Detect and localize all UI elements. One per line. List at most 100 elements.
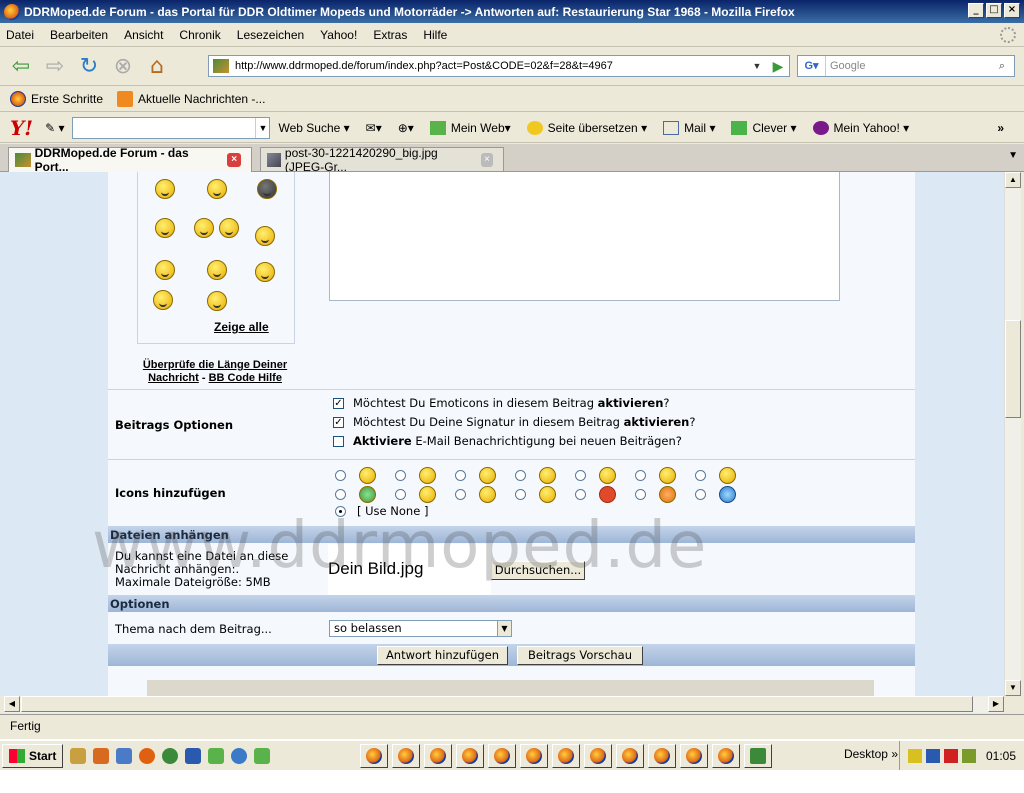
smiley-icon[interactable] — [255, 262, 275, 282]
taskbar-window-button[interactable] — [424, 743, 453, 768]
icon-radio[interactable] — [335, 470, 346, 481]
forward-arrow-icon[interactable]: ⇨ — [40, 52, 70, 82]
mein-web-button[interactable]: Mein Web ▾ — [429, 120, 511, 135]
chevron-down-icon[interactable]: ▼ — [255, 117, 269, 138]
quicklaunch-icon[interactable] — [93, 747, 110, 764]
menu-datei[interactable]: Datei — [6, 28, 34, 42]
menu-extras[interactable]: Extras — [373, 28, 407, 42]
taskbar-window-button[interactable] — [488, 743, 517, 768]
smiley-icon[interactable] — [207, 179, 227, 199]
reload-icon[interactable]: ↻ — [74, 52, 104, 82]
taskbar-window-button[interactable] — [456, 743, 485, 768]
yahoo-search-input[interactable]: ▼ — [72, 116, 271, 139]
back-arrow-icon[interactable]: ⇦ — [6, 52, 36, 82]
smiley-icon[interactable] — [207, 291, 227, 311]
speaker-icon[interactable] — [907, 748, 922, 763]
yahoo-tool-icon[interactable]: ✉▾ — [366, 121, 382, 135]
taskbar-window-button[interactable] — [392, 743, 421, 768]
file-input[interactable]: Dein Bild.jpg — [328, 544, 491, 602]
tab-list-icon[interactable]: ▼ — [1008, 150, 1018, 161]
url-bar[interactable]: http://www.ddrmoped.de/forum/index.php?a… — [208, 55, 790, 77]
close-button[interactable]: × — [1004, 3, 1020, 18]
smiley-icon[interactable] — [207, 260, 227, 280]
network-icon[interactable] — [925, 748, 940, 763]
icon-radio[interactable] — [515, 470, 526, 481]
seite-uebersetzen-button[interactable]: Seite übersetzen ▾ — [526, 120, 647, 135]
bookmark-nachrichten[interactable]: Aktuelle Nachrichten -... — [117, 91, 265, 107]
yahoo-target-icon[interactable]: ⊕▾ — [398, 121, 414, 135]
menu-hilfe[interactable]: Hilfe — [423, 28, 447, 42]
scroll-up-icon[interactable]: ▲ — [1005, 172, 1021, 188]
topic-select[interactable]: so belassen ▼ — [329, 620, 512, 637]
tab-forum[interactable]: DDRMoped.de Forum - das Port... × — [8, 146, 252, 174]
stop-icon[interactable]: ⊗ — [108, 52, 138, 82]
desktop-toolbar[interactable]: Desktop » — [844, 747, 898, 761]
home-icon[interactable]: ⌂ — [142, 52, 172, 82]
quicklaunch-icon[interactable] — [162, 747, 179, 764]
show-all-emoticons-link[interactable]: Zeige alle — [214, 320, 269, 334]
bookmark-erste-schritte[interactable]: Erste Schritte — [10, 91, 103, 107]
menu-lesezeichen[interactable]: Lesezeichen — [237, 28, 304, 42]
scroll-right-icon[interactable]: ▶ — [988, 696, 1004, 712]
search-input[interactable]: G▾ Google ⌕ — [797, 55, 1015, 77]
quicklaunch-icon[interactable] — [231, 747, 248, 764]
taskbar-window-button[interactable] — [584, 743, 613, 768]
go-arrow-icon[interactable]: ▶ — [769, 57, 787, 75]
smiley-icon[interactable] — [255, 226, 275, 246]
taskbar-window-button[interactable] — [616, 743, 645, 768]
close-tab-icon[interactable]: × — [480, 152, 493, 167]
horizontal-scrollbar[interactable]: ◀ ▶ — [4, 696, 1004, 713]
start-button[interactable]: Start — [2, 743, 64, 768]
icon-radio[interactable] — [695, 470, 706, 481]
scroll-left-icon[interactable]: ◀ — [4, 696, 20, 712]
icon-radio[interactable] — [515, 489, 526, 500]
chevron-down-icon[interactable]: ▼ — [497, 621, 511, 636]
quicklaunch-icon[interactable] — [185, 747, 202, 764]
mein-yahoo-button[interactable]: Mein Yahoo! ▾ — [812, 120, 909, 135]
smiley-icon[interactable] — [155, 218, 175, 238]
minimize-button[interactable]: _ — [968, 3, 984, 18]
browse-button[interactable]: Durchsuchen... — [491, 561, 585, 580]
icon-radio[interactable] — [695, 489, 706, 500]
scroll-down-icon[interactable]: ▼ — [1005, 680, 1021, 696]
quicklaunch-icon[interactable] — [70, 747, 87, 764]
menu-chronik[interactable]: Chronik — [179, 28, 220, 42]
icon-radio[interactable] — [455, 470, 466, 481]
menu-bearbeiten[interactable]: Bearbeiten — [50, 28, 108, 42]
tray-icon[interactable] — [961, 748, 976, 763]
signature-checkbox[interactable]: ✓ — [333, 417, 344, 428]
taskbar-window-button[interactable] — [648, 743, 677, 768]
smiley-icon[interactable] — [155, 179, 175, 199]
taskbar-window-button[interactable] — [712, 743, 741, 768]
antivirus-icon[interactable] — [943, 748, 958, 763]
yahoo-logo-icon[interactable]: Y! — [10, 116, 33, 140]
icon-radio[interactable] — [575, 470, 586, 481]
maximize-button[interactable]: □ — [986, 3, 1002, 18]
quicklaunch-icon[interactable] — [116, 747, 133, 764]
submit-reply-button[interactable]: Antwort hinzufügen — [377, 646, 508, 665]
smiley-icon[interactable] — [194, 218, 214, 238]
web-suche-button[interactable]: Web Suche ▾ — [278, 121, 349, 135]
smiley-icon[interactable] — [219, 218, 239, 238]
taskbar-window-button[interactable] — [744, 743, 773, 768]
icon-radio[interactable] — [395, 489, 406, 500]
chevron-down-icon[interactable]: ▼ — [749, 56, 765, 76]
vertical-scrollbar[interactable]: ▲ ▼ — [1004, 172, 1021, 696]
search-icon[interactable]: ⌕ — [992, 57, 1012, 75]
quicklaunch-icon[interactable] — [254, 747, 271, 764]
bbcode-help-link[interactable]: BB Code Hilfe — [209, 372, 282, 384]
pencil-icon[interactable]: ✎ ▾ — [45, 121, 64, 135]
menu-ansicht[interactable]: Ansicht — [124, 28, 163, 42]
icon-radio[interactable] — [635, 489, 646, 500]
icon-radio[interactable] — [395, 470, 406, 481]
tab-image[interactable]: post-30-1221420290_big.jpg (JPEG-Gr... × — [260, 146, 504, 174]
mail-button[interactable]: Mail ▾ — [663, 120, 715, 135]
smiley-icon[interactable] — [153, 290, 173, 310]
toolbar-overflow-button[interactable]: » — [997, 121, 1004, 135]
scroll-thumb[interactable] — [21, 696, 973, 712]
message-textarea[interactable] — [329, 172, 840, 301]
taskbar-window-button[interactable] — [680, 743, 709, 768]
preview-button[interactable]: Beitrags Vorschau — [517, 646, 643, 665]
clever-button[interactable]: Clever ▾ — [731, 120, 797, 135]
scroll-thumb[interactable] — [1005, 320, 1021, 418]
